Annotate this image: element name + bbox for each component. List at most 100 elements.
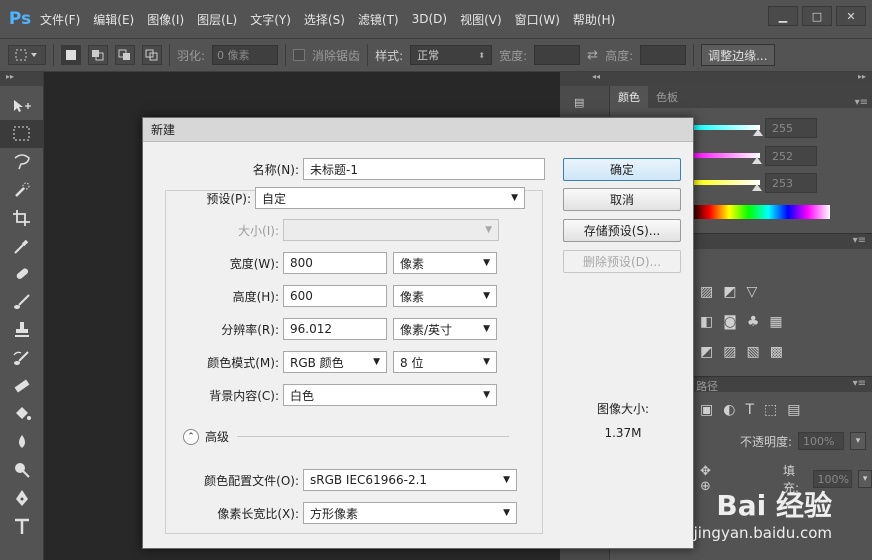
menu-filter[interactable]: 滤镜(T) [358,11,399,28]
menu-layer[interactable]: 图层(L) [197,11,237,28]
swap-icon[interactable]: ⇄ [587,48,598,63]
tool-preset-picker[interactable] [8,45,46,65]
panel-menu-icon[interactable]: ▾≡ [853,378,866,389]
menu-view[interactable]: 视图(V) [460,11,502,28]
selective-color-icon[interactable]: ▩ [770,344,783,360]
refine-edge-button[interactable]: 调整边缘... [701,44,775,66]
close-window-button[interactable]: ✕ [836,6,866,26]
toolbar-collapse-icon[interactable]: ▸▸ [0,72,43,86]
crop-tool[interactable] [0,204,44,232]
eyedropper-tool[interactable] [0,232,44,260]
height-unit-select[interactable]: 像素 ▼ [393,285,497,307]
minimize-button[interactable]: ▁ [768,6,798,26]
gradient-icon[interactable]: ▽ [746,284,757,300]
tab-color[interactable]: 颜色 [610,86,648,108]
width-unit-select[interactable]: 像素 ▼ [393,252,497,274]
clone-stamp-tool[interactable] [0,316,44,344]
red-thumb[interactable] [753,129,763,136]
history-panel-icon[interactable]: ▤ [574,96,596,114]
add-selection-button[interactable] [88,45,108,65]
history-brush-tool[interactable] [0,344,44,372]
tab-paths[interactable]: 路径 [690,377,724,395]
posterize-icon[interactable]: ▨ [723,344,736,360]
green-slider[interactable]: 252 [690,146,870,166]
red-value[interactable]: 255 [765,118,817,138]
red-slider[interactable]: 255 [690,118,870,138]
menu-file[interactable]: 文件(F) [40,11,80,28]
color-profile-select[interactable]: sRGB IEC61966-2.1 ▼ [303,469,517,491]
collapse-arrows-icon[interactable]: ◂◂ [592,72,600,81]
levels-icon[interactable]: ▨ [700,284,713,300]
resolution-unit-select[interactable]: 像素/英寸 ▼ [393,318,497,340]
expand-arrows-icon[interactable]: ▸▸ [858,72,866,81]
blue-slider[interactable]: 253 [690,173,870,193]
eraser-tool[interactable] [0,372,44,400]
black-white-icon[interactable]: ◙ [723,314,737,330]
menu-type[interactable]: 文字(Y) [250,11,291,28]
menu-select[interactable]: 选择(S) [304,11,345,28]
opacity-dropdown-icon[interactable]: ▾ [850,432,867,450]
color-mode-select[interactable]: RGB 颜色 ▼ [283,351,387,373]
pen-tool[interactable] [0,484,44,512]
fill-dropdown-icon[interactable]: ▾ [858,470,872,488]
green-value[interactable]: 252 [765,146,817,166]
tab-swatches[interactable]: 色板 [648,86,686,108]
intersect-selection-button[interactable] [142,45,162,65]
menu-help[interactable]: 帮助(H) [573,11,615,28]
menu-image[interactable]: 图像(I) [147,11,184,28]
quick-selection-tool[interactable] [0,176,44,204]
blur-tool[interactable] [0,428,44,456]
menu-window[interactable]: 窗口(W) [515,11,560,28]
smart-object-filter-icon[interactable]: ▤ [787,402,800,418]
dodge-tool[interactable] [0,456,44,484]
subtract-selection-button[interactable] [115,45,135,65]
lasso-tool[interactable] [0,148,44,176]
resolution-input[interactable]: 96.012 [283,318,387,340]
opacity-input[interactable]: 100% [798,432,845,450]
width-input[interactable]: 800 [283,252,387,274]
rectangular-marquee-tool[interactable] [0,120,44,148]
threshold-icon[interactable]: ▧ [746,344,759,360]
ok-button[interactable]: 确定 [563,158,681,181]
bit-depth-select[interactable]: 8 位 ▼ [393,351,497,373]
move-tool[interactable] [0,92,44,120]
maximize-button[interactable]: □ [802,6,832,26]
panel-menu-icon[interactable]: ▾≡ [853,235,866,246]
curves-icon[interactable]: ◩ [723,284,736,300]
background-select[interactable]: 白色 ▼ [283,384,497,406]
new-selection-button[interactable] [61,45,81,65]
delete-preset-button[interactable]: 删除预设(D)... [563,250,681,273]
menu-3d[interactable]: 3D(D) [412,12,447,26]
pixel-aspect-select[interactable]: 方形像素 ▼ [303,502,517,524]
style-select[interactable]: 正常 ⬍ [410,45,493,65]
cancel-button[interactable]: 取消 [563,188,681,211]
color-balance-icon[interactable]: ◧ [700,314,713,330]
healing-brush-tool[interactable] [0,260,44,288]
panel-menu-icon[interactable]: ▾≡ [855,97,868,108]
menu-edit[interactable]: 编辑(E) [93,11,134,28]
antialias-checkbox[interactable] [293,49,306,61]
color-spectrum[interactable] [690,205,830,219]
type-filter-icon[interactable]: T [745,402,754,418]
blue-thumb[interactable] [752,184,762,191]
width-input[interactable] [534,45,581,65]
type-tool[interactable] [0,512,44,540]
image-filter-icon[interactable]: ▣ [700,402,713,418]
advanced-toggle-row[interactable]: ⌃ 高级 [183,428,229,445]
height-input[interactable]: 600 [283,285,387,307]
color-lookup-icon[interactable]: ▦ [769,314,782,330]
shape-filter-icon[interactable]: ⬚ [764,402,777,418]
adjustment-filter-icon[interactable]: ◐ [723,402,735,418]
collapse-chevron-icon[interactable]: ⌃ [183,428,199,445]
height-input[interactable] [640,45,687,65]
save-preset-button[interactable]: 存储预设(S)... [563,219,681,242]
channel-mixer-icon[interactable]: ♣ [747,314,760,330]
green-thumb[interactable] [752,157,762,164]
brush-tool[interactable] [0,288,44,316]
paint-bucket-tool[interactable] [0,400,44,428]
feather-input[interactable]: 0 像素 [212,45,279,65]
blue-value[interactable]: 253 [765,173,817,193]
invert-icon[interactable]: ◩ [700,344,713,360]
preset-select[interactable]: 自定 ▼ [255,187,525,209]
size-select[interactable]: ▼ [283,219,499,241]
